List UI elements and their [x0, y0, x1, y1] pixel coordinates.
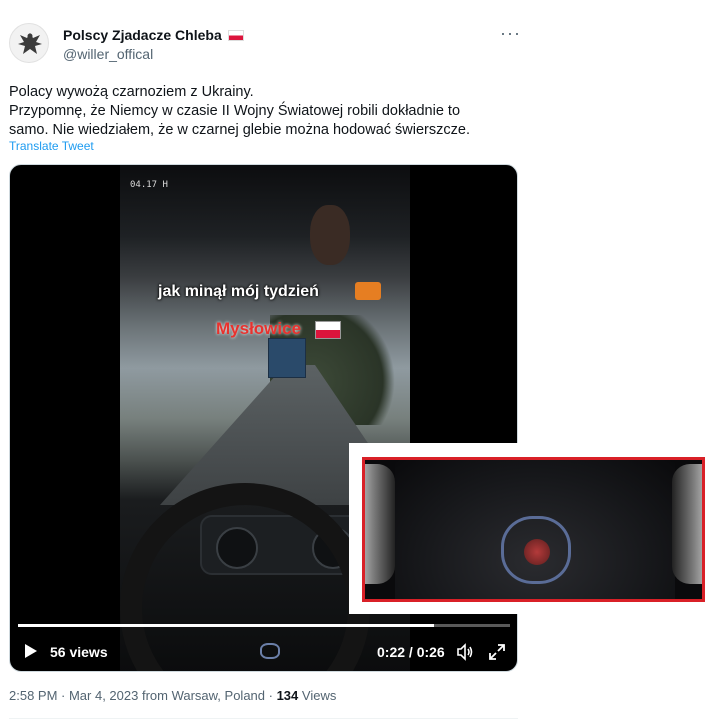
volume-icon[interactable]	[456, 643, 474, 661]
zoom-inset	[349, 443, 710, 614]
more-options-button[interactable]: ···	[500, 24, 521, 42]
tweet-meta: 2:58 PM · Mar 4, 2023 from Warsaw, Polan…	[9, 688, 336, 703]
tweet-card: Polscy Zjadacze Chleba @willer_offical ·…	[0, 0, 710, 722]
zoomed-logo-griffin	[524, 539, 550, 565]
tweet-text-line: Przypomnę, że Niemcy w czasie II Wojny Ś…	[9, 103, 461, 119]
translate-tweet-link[interactable]: Translate Tweet	[9, 139, 94, 153]
poland-flag-emoji-icon	[315, 321, 341, 339]
zoomed-wheel-rim-right	[672, 464, 702, 584]
poland-flag-icon	[227, 29, 244, 41]
cab-ornament	[310, 205, 350, 265]
tweet-text-line: samo. Nie wiedziałem, że w czarnej glebi…	[9, 122, 470, 138]
author-handle[interactable]: @willer_offical	[63, 46, 153, 62]
video-time: 0:22 / 0:26	[377, 644, 445, 660]
author-name-row[interactable]: Polscy Zjadacze Chleba	[63, 27, 244, 43]
video-views-count: 56 views	[50, 644, 108, 660]
eagle-emblem-icon	[18, 33, 42, 54]
video-caption-week: jak minął mój tydzień	[158, 283, 319, 300]
divider	[9, 718, 518, 719]
truck-emoji-icon	[355, 282, 381, 300]
zoomed-scania-logo	[501, 516, 571, 584]
avatar[interactable]	[9, 23, 49, 63]
zoom-highlight-frame	[362, 457, 705, 602]
play-icon[interactable]	[24, 643, 38, 659]
tweet-text: Polacy wywożą czarnoziem z Ukrainy. Przy…	[9, 83, 514, 140]
video-progress-fill	[18, 624, 435, 627]
fullscreen-icon[interactable]	[488, 643, 506, 661]
tweet-text-line: Polacy wywożą czarnoziem z Ukrainy.	[9, 84, 254, 100]
video-caption-city: Mysłowice	[216, 319, 302, 338]
tweet-views-word: Views	[298, 688, 337, 703]
wheel-badge-logo	[260, 643, 280, 659]
tweet-view-count: 134	[276, 688, 299, 703]
video-progress-bar[interactable]	[18, 624, 510, 627]
tweet-timestamp-location[interactable]: 2:58 PM · Mar 4, 2023 from Warsaw, Polan…	[9, 688, 277, 703]
truck-ahead	[268, 338, 306, 378]
zoomed-wheel-rim-left	[365, 464, 395, 584]
odometer-readout: 04.17 H	[130, 180, 168, 190]
author-display-name[interactable]: Polscy Zjadacze Chleba	[63, 27, 222, 43]
steering-wheel	[120, 483, 370, 671]
